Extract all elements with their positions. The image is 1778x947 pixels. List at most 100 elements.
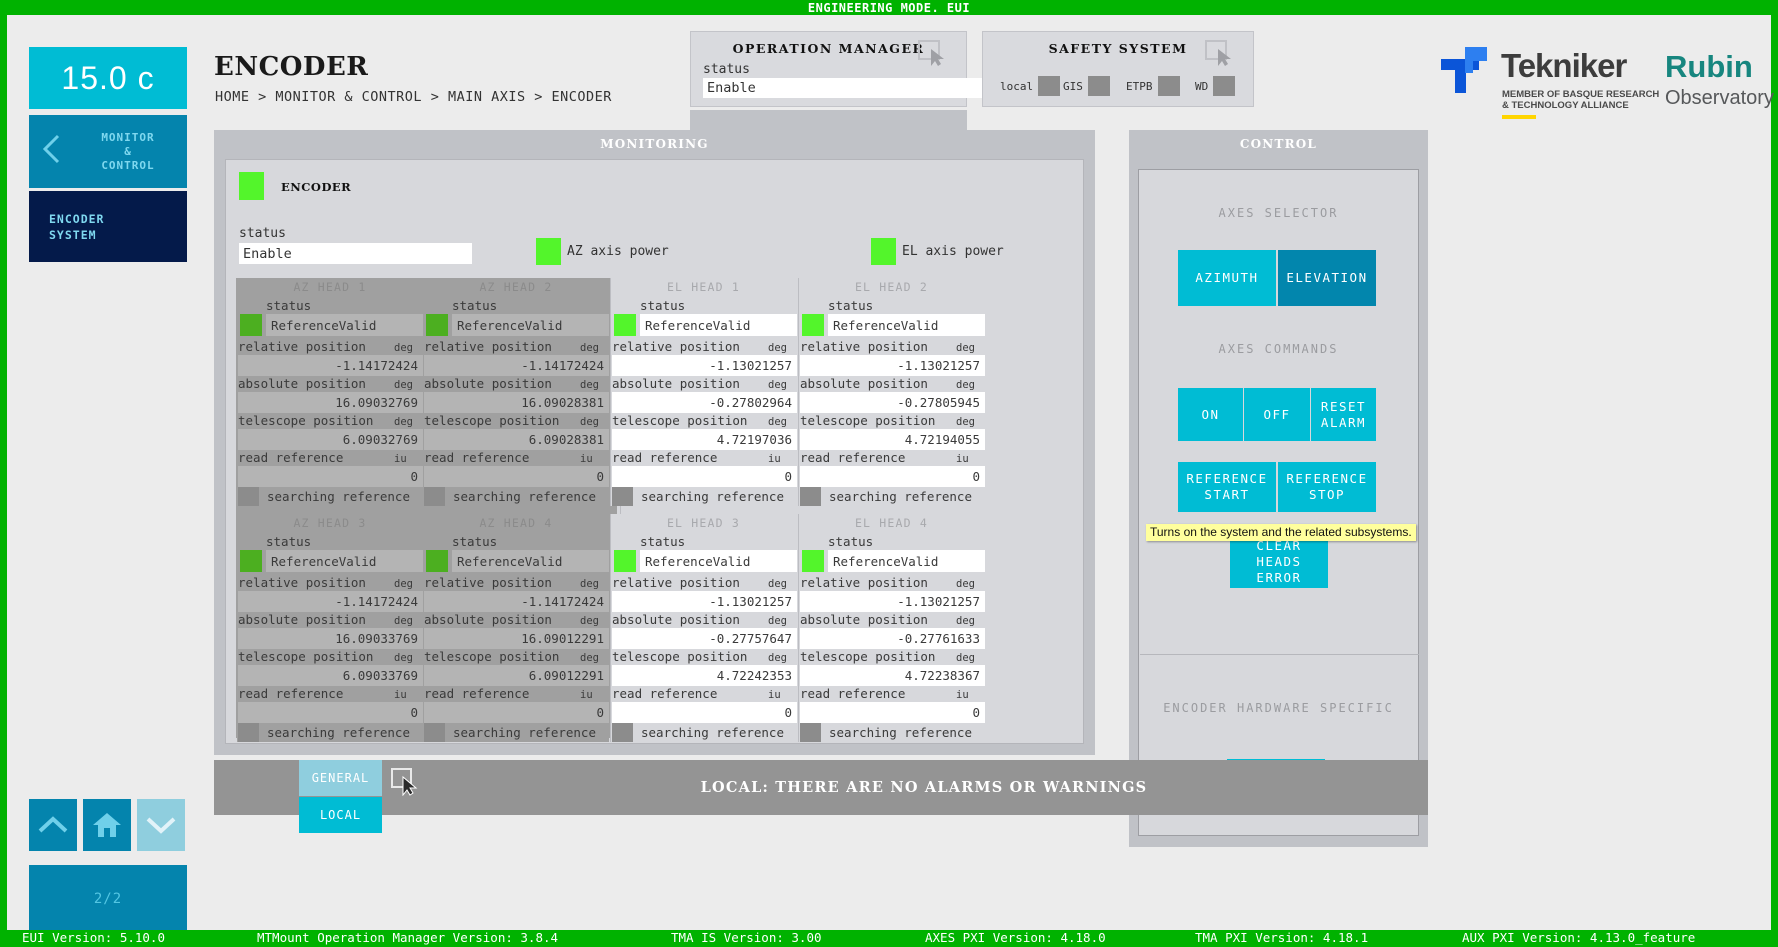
enc-line-2: SYSTEM <box>49 227 97 242</box>
searching-reference-led <box>800 723 821 742</box>
head-field-label: telescope position <box>800 649 936 664</box>
monitoring-title: MONITORING <box>600 137 709 151</box>
clear-heads-line1: CLEAR HEADS <box>1256 537 1302 569</box>
engineering-mode-banner: ENGINEERING MODE. EUI <box>0 0 1778 15</box>
scroll-up-button[interactable] <box>29 799 77 851</box>
head-field-label: telescope position <box>238 649 374 664</box>
axis-button-azimuth[interactable]: AZIMUTH <box>1178 250 1276 306</box>
clear-heads-error-button[interactable]: CLEAR HEADS ERROR <box>1230 535 1328 588</box>
head-field-value: 0 <box>238 702 423 723</box>
alarm-tab-local-label: LOCAL <box>319 808 362 822</box>
head-field-label: relative position <box>238 339 366 354</box>
head-field-unit: deg <box>956 416 975 428</box>
head-field-value: 16.09032769 <box>238 392 423 413</box>
reference-stop-button[interactable]: REFERENCE STOP <box>1278 462 1376 512</box>
head-status-led <box>426 550 448 572</box>
footer-axes-pxi-version: AXES PXI Version: 4.18.0 <box>925 930 1106 945</box>
cursor-pointer-icon-alarm <box>391 768 421 797</box>
az-axis-power-led <box>536 238 561 265</box>
head-field-unit: deg <box>394 416 413 428</box>
head-field-label: read reference <box>424 686 530 701</box>
head-field-label: relative position <box>424 339 552 354</box>
encoder-status-label: status <box>239 226 286 241</box>
el-axis-power-led <box>871 238 896 265</box>
page-indicator: 2/2 <box>29 865 187 933</box>
head-field-value: -1.14172424 <box>424 591 609 612</box>
head-status-value: ReferenceValid <box>266 314 423 336</box>
head-title: EL HEAD 2 <box>854 280 929 294</box>
head-field-label: read reference <box>238 450 344 465</box>
head-field-label: absolute position <box>424 612 552 627</box>
head-status-label: status <box>828 298 874 313</box>
rubin-wordmark: Rubin <box>1665 49 1753 84</box>
head-status-label: status <box>828 534 874 549</box>
head-field-unit: deg <box>956 578 975 590</box>
head-title: AZ HEAD 2 <box>479 280 553 294</box>
axis-button-azimuth-label: AZIMUTH <box>1195 270 1259 285</box>
head-field-unit: iu <box>580 453 593 465</box>
head-field-value: 0 <box>238 466 423 487</box>
encoder-head-card: EL HEAD 3 status ReferenceValid relative po… <box>610 514 797 742</box>
command-button-on[interactable]: ON <box>1178 388 1243 441</box>
head-field-unit: deg <box>768 615 787 627</box>
sidebar-item-encoder-system[interactable]: ENCODER SYSTEM <box>29 191 187 262</box>
head-field-unit: deg <box>580 652 599 664</box>
head-field-value: -1.13021257 <box>800 591 985 612</box>
alarm-tab-general[interactable]: GENERAL <box>299 760 382 796</box>
command-button-off[interactable]: OFF <box>1244 388 1310 441</box>
head-status-label: status <box>452 298 498 313</box>
head-field-value: 0 <box>800 702 985 723</box>
head-field-value: 6.09028381 <box>424 429 609 450</box>
head-status-label: status <box>640 298 686 313</box>
head-field-label: read reference <box>612 686 718 701</box>
head-field-label: absolute position <box>612 612 740 627</box>
searching-reference-label: searching reference <box>453 725 596 740</box>
searching-reference-label: searching reference <box>267 725 410 740</box>
sidebar-item-monitor-control[interactable]: MONITOR & CONTROL <box>29 115 187 188</box>
head-status-label: status <box>452 534 498 549</box>
control-title: CONTROL <box>1239 137 1318 151</box>
head-title: EL HEAD 3 <box>666 516 741 530</box>
encoder-status-value: Enable <box>239 243 472 264</box>
head-field-value: -1.13021257 <box>612 355 797 376</box>
head-field-value: 16.09033769 <box>238 628 423 649</box>
safety-indicator-wd-label: WD <box>1195 79 1209 93</box>
reference-start-button[interactable]: REFERENCE START <box>1178 462 1276 512</box>
head-field-label: telescope position <box>612 413 748 428</box>
head-field-value: 4.72242353 <box>612 665 797 686</box>
head-title: EL HEAD 1 <box>666 280 741 294</box>
main-body: 15.0 c MONITOR & CONTROL ENCODER SYSTEM <box>7 15 1774 933</box>
home-button[interactable] <box>83 799 131 851</box>
searching-reference-label: searching reference <box>829 725 972 740</box>
head-field-unit: iu <box>768 689 781 701</box>
footer-tma-pxi-version: TMA PXI Version: 4.18.1 <box>1195 930 1369 945</box>
head-searching-reference: searching reference <box>800 487 972 506</box>
scroll-down-button[interactable] <box>137 799 185 851</box>
clear-heads-line2: ERROR <box>1256 569 1302 585</box>
head-field-label: absolute position <box>800 612 928 627</box>
head-searching-reference: searching reference <box>238 487 410 506</box>
encoder-hardware-specific-label: ENCODER HARDWARE SPECIFIC <box>1163 701 1394 715</box>
searching-reference-led <box>424 487 445 506</box>
head-title: AZ HEAD 4 <box>479 516 553 530</box>
head-field-label: relative position <box>612 339 740 354</box>
reference-start-line2: START <box>1204 487 1250 502</box>
safety-indicator-gis-label: GIS <box>1063 79 1083 93</box>
head-field-label: read reference <box>800 686 906 701</box>
axis-button-elevation[interactable]: ELEVATION <box>1278 250 1376 306</box>
safety-indicator-local-led <box>1038 76 1061 96</box>
head-title: EL HEAD 4 <box>854 516 929 530</box>
reset-alarm-line2: ALARM <box>1320 414 1367 430</box>
command-button-reset-alarm-label: RESET ALARM <box>1321 399 1366 431</box>
head-field-value: -0.27761633 <box>800 628 985 649</box>
head-field-value: -0.27805945 <box>800 392 985 413</box>
command-button-reset-alarm[interactable]: RESET ALARM <box>1311 388 1376 441</box>
alarm-tab-local[interactable]: LOCAL <box>299 797 382 833</box>
reference-stop-line2: STOP <box>1308 487 1346 502</box>
head-field-value: -1.13021257 <box>800 355 985 376</box>
head-field-unit: deg <box>580 615 599 627</box>
head-field-value: 4.72197036 <box>612 429 797 450</box>
head-field-label: telescope position <box>612 649 748 664</box>
head-field-unit: deg <box>956 652 975 664</box>
operation-manager-status-label: status <box>703 62 750 77</box>
